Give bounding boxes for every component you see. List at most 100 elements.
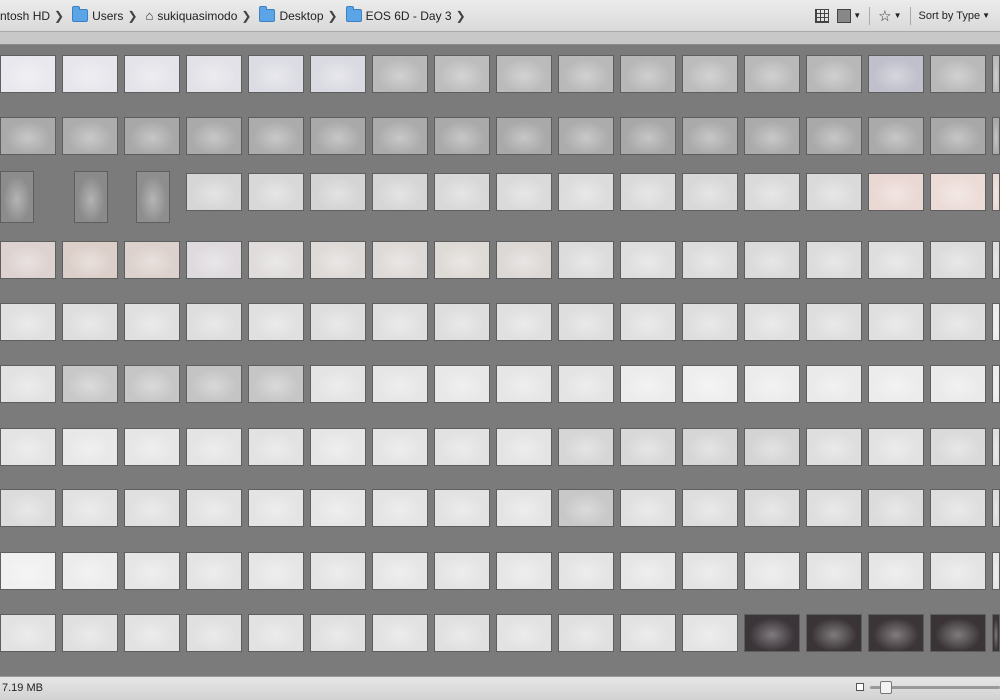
photo-thumbnail[interactable] bbox=[806, 303, 862, 341]
photo-thumbnail[interactable] bbox=[310, 173, 366, 211]
photo-thumbnail[interactable] bbox=[186, 365, 242, 403]
photo-thumbnail[interactable] bbox=[806, 173, 862, 211]
photo-thumbnail[interactable] bbox=[248, 173, 304, 211]
photo-thumbnail[interactable] bbox=[930, 173, 986, 211]
photo-thumbnail[interactable] bbox=[496, 173, 552, 211]
photo-thumbnail[interactable] bbox=[74, 171, 108, 223]
photo-thumbnail[interactable] bbox=[372, 552, 428, 590]
photo-thumbnail[interactable] bbox=[930, 428, 986, 466]
photo-thumbnail[interactable] bbox=[62, 489, 118, 527]
photo-thumbnail[interactable] bbox=[930, 55, 986, 93]
photo-thumbnail[interactable] bbox=[496, 428, 552, 466]
photo-thumbnail[interactable] bbox=[124, 241, 180, 279]
photo-thumbnail[interactable] bbox=[682, 614, 738, 652]
photo-thumbnail[interactable] bbox=[868, 241, 924, 279]
grid-view-button[interactable] bbox=[815, 8, 830, 23]
photo-thumbnail[interactable] bbox=[744, 489, 800, 527]
photo-thumbnail[interactable] bbox=[372, 428, 428, 466]
photo-thumbnail[interactable] bbox=[0, 303, 56, 341]
photo-thumbnail[interactable] bbox=[558, 303, 614, 341]
photo-thumbnail[interactable] bbox=[248, 552, 304, 590]
photo-thumbnail[interactable] bbox=[310, 365, 366, 403]
photo-thumbnail[interactable] bbox=[682, 365, 738, 403]
photo-thumbnail[interactable] bbox=[434, 614, 490, 652]
photo-thumbnail[interactable] bbox=[372, 365, 428, 403]
photo-thumbnail[interactable] bbox=[248, 614, 304, 652]
photo-thumbnail[interactable] bbox=[682, 303, 738, 341]
photo-thumbnail[interactable] bbox=[744, 55, 800, 93]
photo-thumbnail[interactable] bbox=[620, 489, 676, 527]
thumbnail-size-slider[interactable] bbox=[870, 680, 1000, 694]
photo-thumbnail[interactable] bbox=[496, 489, 552, 527]
photo-thumbnail[interactable] bbox=[930, 241, 986, 279]
photo-thumbnail[interactable] bbox=[806, 489, 862, 527]
photo-thumbnail[interactable] bbox=[930, 489, 986, 527]
photo-thumbnail[interactable] bbox=[496, 365, 552, 403]
photo-thumbnail[interactable] bbox=[558, 365, 614, 403]
photo-thumbnail[interactable] bbox=[868, 552, 924, 590]
slider-handle[interactable] bbox=[880, 680, 892, 694]
photo-thumbnail[interactable] bbox=[744, 365, 800, 403]
photo-thumbnail[interactable] bbox=[124, 117, 180, 155]
photo-thumbnail[interactable] bbox=[186, 428, 242, 466]
breadcrumb-item-drive[interactable]: ntosh HD ❯ bbox=[0, 9, 66, 23]
photo-thumbnail[interactable] bbox=[868, 614, 924, 652]
photo-thumbnail[interactable] bbox=[558, 428, 614, 466]
photo-thumbnail[interactable] bbox=[434, 173, 490, 211]
photo-thumbnail[interactable] bbox=[496, 303, 552, 341]
photo-thumbnail[interactable] bbox=[62, 428, 118, 466]
photo-thumbnail[interactable] bbox=[992, 428, 1000, 466]
photo-thumbnail[interactable] bbox=[496, 241, 552, 279]
photo-thumbnail[interactable] bbox=[868, 489, 924, 527]
photo-thumbnail[interactable] bbox=[992, 117, 1000, 155]
photo-thumbnail[interactable] bbox=[620, 365, 676, 403]
star-filter-button[interactable]: ☆ ▼ bbox=[878, 7, 901, 25]
photo-thumbnail[interactable] bbox=[372, 55, 428, 93]
photo-thumbnail[interactable] bbox=[310, 552, 366, 590]
photo-thumbnail[interactable] bbox=[0, 365, 56, 403]
photo-thumbnail[interactable] bbox=[372, 614, 428, 652]
photo-thumbnail[interactable] bbox=[62, 614, 118, 652]
photo-thumbnail[interactable] bbox=[744, 428, 800, 466]
photo-thumbnail[interactable] bbox=[620, 117, 676, 155]
photo-thumbnail[interactable] bbox=[620, 173, 676, 211]
photo-thumbnail[interactable] bbox=[558, 614, 614, 652]
photo-thumbnail[interactable] bbox=[434, 55, 490, 93]
photo-thumbnail[interactable] bbox=[434, 428, 490, 466]
photo-thumbnail[interactable] bbox=[0, 614, 56, 652]
photo-thumbnail[interactable] bbox=[620, 428, 676, 466]
photo-thumbnail[interactable] bbox=[806, 117, 862, 155]
photo-thumbnail[interactable] bbox=[682, 428, 738, 466]
photo-thumbnail[interactable] bbox=[682, 173, 738, 211]
photo-thumbnail[interactable] bbox=[186, 173, 242, 211]
photo-thumbnail[interactable] bbox=[372, 489, 428, 527]
photo-thumbnail[interactable] bbox=[434, 241, 490, 279]
photo-thumbnail[interactable] bbox=[186, 489, 242, 527]
photo-thumbnail[interactable] bbox=[434, 552, 490, 590]
photo-thumbnail[interactable] bbox=[682, 117, 738, 155]
photo-thumbnail[interactable] bbox=[620, 614, 676, 652]
photo-thumbnail[interactable] bbox=[124, 303, 180, 341]
photo-thumbnail[interactable] bbox=[62, 365, 118, 403]
photo-thumbnail[interactable] bbox=[310, 428, 366, 466]
breadcrumb-item-users[interactable]: Users ❯ bbox=[66, 6, 139, 23]
photo-thumbnail[interactable] bbox=[310, 117, 366, 155]
photo-thumbnail[interactable] bbox=[992, 241, 1000, 279]
photo-thumbnail[interactable] bbox=[310, 55, 366, 93]
photo-thumbnail[interactable] bbox=[124, 552, 180, 590]
photo-thumbnail[interactable] bbox=[682, 489, 738, 527]
photo-thumbnail[interactable] bbox=[744, 552, 800, 590]
photo-thumbnail[interactable] bbox=[124, 428, 180, 466]
photo-thumbnail[interactable] bbox=[992, 55, 1000, 93]
photo-thumbnail[interactable] bbox=[620, 303, 676, 341]
photo-thumbnail[interactable] bbox=[806, 241, 862, 279]
photo-thumbnail[interactable] bbox=[0, 428, 56, 466]
photo-thumbnail[interactable] bbox=[62, 55, 118, 93]
photo-thumbnail[interactable] bbox=[496, 614, 552, 652]
photo-thumbnail[interactable] bbox=[930, 303, 986, 341]
photo-thumbnail[interactable] bbox=[682, 552, 738, 590]
photo-thumbnail[interactable] bbox=[868, 365, 924, 403]
photo-thumbnail[interactable] bbox=[248, 428, 304, 466]
photo-thumbnail[interactable] bbox=[868, 55, 924, 93]
photo-thumbnail[interactable] bbox=[0, 489, 56, 527]
